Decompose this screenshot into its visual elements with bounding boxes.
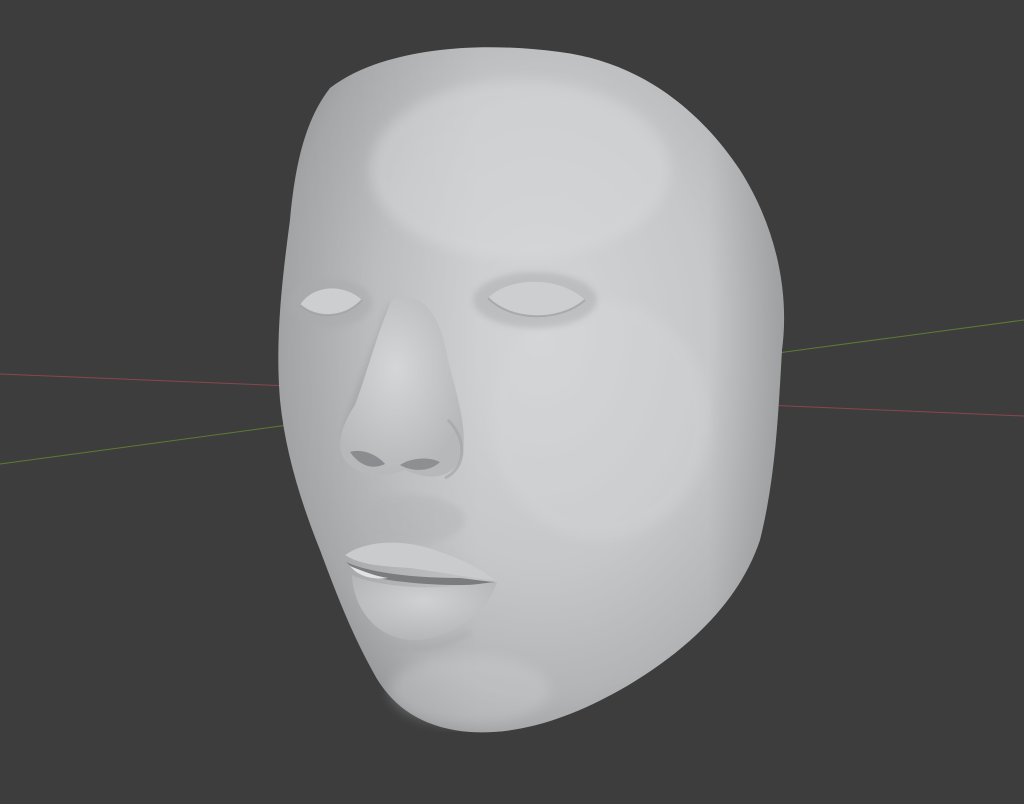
y-axis-line xyxy=(769,319,1024,355)
3d-viewport[interactable] xyxy=(0,0,1024,804)
x-axis-line xyxy=(739,403,1024,417)
face-mesh[interactable] xyxy=(278,47,785,733)
chin-highlight xyxy=(390,655,550,725)
x-axis-line xyxy=(0,373,291,387)
cheek-highlight xyxy=(490,300,710,540)
forehead-highlight xyxy=(370,80,670,260)
philtrum-shadow xyxy=(355,495,465,545)
viewport-canvas[interactable] xyxy=(0,0,1024,804)
